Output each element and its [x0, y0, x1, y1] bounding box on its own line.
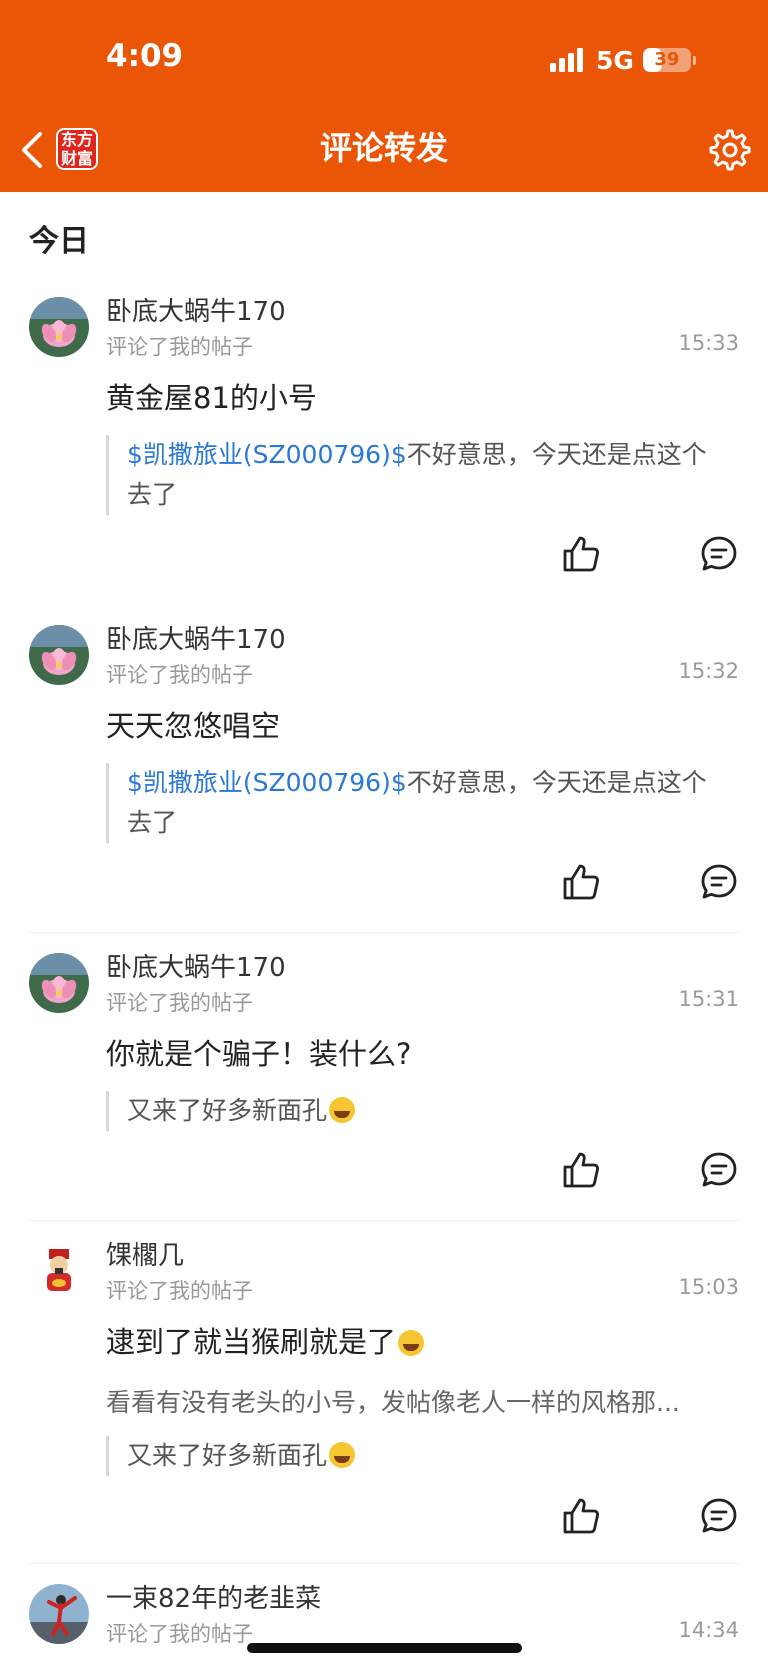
action-text: 评论了我的帖子	[106, 663, 253, 687]
username[interactable]: 卧底大蜗牛170	[106, 291, 286, 328]
reply-button[interactable]	[699, 862, 739, 902]
quote-text: 不好意思，今天还是点这个	[406, 768, 707, 797]
status-icons: 5G 39	[550, 44, 696, 76]
thumbs-up-icon	[563, 1498, 599, 1534]
timestamp: 15:03	[678, 1275, 739, 1299]
quote-text: 又来了好多新面孔	[127, 1096, 328, 1125]
like-button[interactable]	[561, 1496, 601, 1536]
section-title-today: 今日	[29, 224, 89, 259]
comment-bubble-icon	[701, 864, 737, 899]
quoted-post[interactable]: $凯撒旅业(SZ000796)$不好意思，今天还是点这个 去了	[106, 435, 763, 515]
timestamp: 15:33	[678, 331, 739, 355]
reply-button[interactable]	[699, 1496, 739, 1536]
avatar[interactable]	[29, 1584, 89, 1644]
comment-bubble-icon	[701, 1152, 737, 1187]
home-indicator	[247, 1643, 522, 1653]
battery-cap	[692, 55, 696, 65]
quote-text: 又来了好多新面孔	[127, 1441, 328, 1470]
laughing-crying-emoji	[329, 1097, 356, 1123]
avatar[interactable]	[29, 1241, 89, 1301]
divider	[29, 1220, 739, 1221]
grinning-emoji	[398, 1330, 425, 1356]
comment-detail: 看看有没有老头的小号，发帖像老人一样的风格那...	[106, 1388, 680, 1417]
comment-text: 天天忽悠唱空	[106, 709, 281, 743]
status-time: 4:09	[106, 38, 184, 74]
avatar[interactable]	[29, 625, 89, 685]
comment-bubble-icon	[701, 1498, 737, 1533]
lotus-avatar-icon	[29, 625, 89, 685]
stock-link[interactable]: $凯撒旅业(SZ000796)$	[127, 768, 407, 797]
like-button[interactable]	[561, 1150, 601, 1190]
timestamp: 15:31	[678, 987, 739, 1011]
thumbs-up-icon	[563, 1152, 599, 1188]
quoted-post[interactable]: $凯撒旅业(SZ000796)$不好意思，今天还是点这个 去了	[106, 763, 763, 843]
comment-bubble-icon	[701, 536, 737, 571]
thumbs-up-icon	[563, 864, 599, 900]
timestamp: 15:32	[678, 659, 739, 683]
lotus-avatar-icon	[29, 953, 89, 1013]
timestamp: 14:34	[678, 1618, 739, 1642]
settings-button[interactable]	[708, 128, 752, 172]
comment-text: 黄金屋81的小号	[106, 381, 317, 415]
action-text: 评论了我的帖子	[106, 991, 253, 1015]
action-text: 评论了我的帖子	[106, 1279, 253, 1303]
comment-text: 你就是个骗子！装什么?	[106, 1037, 412, 1071]
stock-link[interactable]: $凯撒旅业(SZ000796)$	[127, 440, 407, 469]
action-text: 评论了我的帖子	[106, 335, 253, 359]
laughing-crying-emoji	[329, 1442, 356, 1468]
username[interactable]: 馃櫊几	[106, 1235, 184, 1272]
quoted-post[interactable]: 又来了好多新面孔	[106, 1436, 763, 1476]
username[interactable]: 卧底大蜗牛170	[106, 947, 286, 984]
comment-text-body: 逮到了就当猴刷就是了	[106, 1325, 397, 1359]
like-button[interactable]	[561, 862, 601, 902]
quote-text-line2: 去了	[127, 808, 178, 837]
battery-level: 39	[654, 49, 680, 70]
comment-text: 逮到了就当猴刷就是了	[106, 1319, 425, 1361]
signal-icon	[550, 48, 583, 72]
app-header: 4:09 5G 39 东方 财富 评论转发	[0, 0, 768, 192]
page-title: 评论转发	[319, 129, 448, 167]
avatar[interactable]	[29, 953, 89, 1013]
battery-icon: 39	[642, 48, 691, 72]
reply-button[interactable]	[699, 534, 739, 574]
divider	[29, 932, 739, 933]
network-label: 5G	[596, 45, 634, 75]
like-button[interactable]	[561, 534, 601, 574]
divider	[29, 1563, 739, 1564]
username[interactable]: 一束82年的老韭菜	[106, 1578, 321, 1615]
action-text: 评论了我的帖子	[106, 1622, 253, 1646]
quote-text-line2: 去了	[127, 480, 178, 509]
god-of-wealth-avatar-icon	[29, 1241, 89, 1301]
lotus-avatar-icon	[29, 297, 89, 357]
avatar[interactable]	[29, 297, 89, 357]
reply-button[interactable]	[699, 1150, 739, 1190]
thumbs-up-icon	[563, 536, 599, 572]
quote-text: 不好意思，今天还是点这个	[406, 440, 707, 469]
dancer-avatar-icon	[29, 1584, 89, 1644]
username[interactable]: 卧底大蜗牛170	[106, 619, 286, 656]
gear-icon	[709, 129, 751, 171]
quoted-post[interactable]: 又来了好多新面孔	[106, 1091, 763, 1131]
